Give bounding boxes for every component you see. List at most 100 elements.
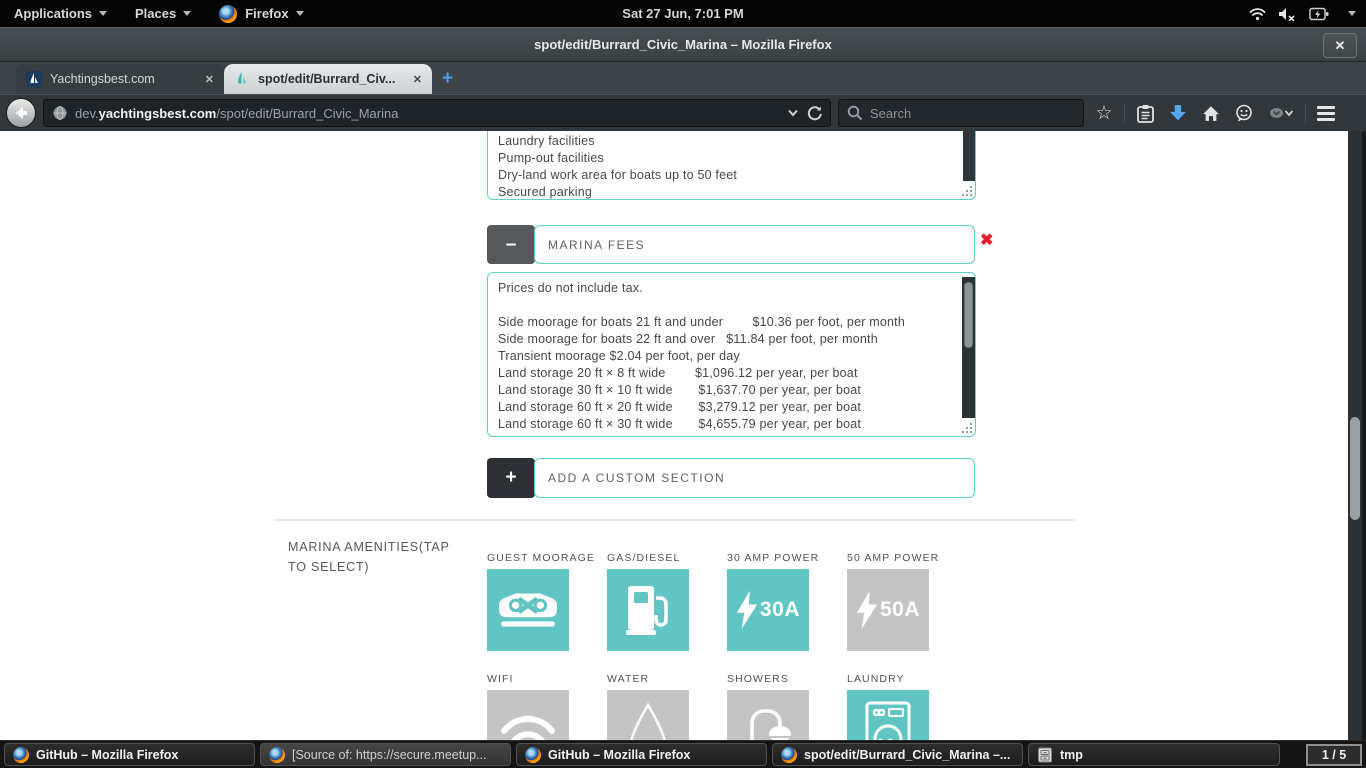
taskbar-window-title: GitHub – Mozilla Firefox [36,748,178,762]
globe-icon [52,105,68,121]
resize-grip-icon[interactable] [961,422,974,435]
taskbar-window-tmp[interactable]: tmp [1028,743,1280,766]
yacht-favicon [26,71,42,87]
amenity-gas-diesel[interactable]: GAS/DIESEL [607,552,707,651]
back-arrow-icon [12,104,30,122]
plus-icon: + [505,467,516,489]
taskbar-window-title: [Source of: https://secure.meetup... [292,748,487,762]
bookmarks-menu-button[interactable] [1132,99,1158,127]
amenity-tile[interactable] [607,569,689,651]
smiley-chat-icon [1235,104,1253,122]
remove-section-button[interactable]: ✖ [980,233,993,249]
pocket-button[interactable] [1264,99,1298,127]
tab-yachtingsbest[interactable]: Yachtingsbest.com ✕ [16,64,224,94]
firefox-icon [13,747,29,763]
amenity-label: GAS/DIESEL [607,552,707,564]
lightning-bolt-icon [736,589,758,631]
marina-fees-text: Prices do not include tax. Side moorage … [498,280,965,433]
firefox-appmenu[interactable]: Firefox [205,0,317,27]
page-scrollbar-thumb[interactable] [1350,417,1360,520]
amenity-water[interactable]: WATER [607,673,707,740]
taskbar-window-github-1[interactable]: GitHub – Mozilla Firefox [4,743,255,766]
taskbar-window-title: spot/edit/Burrard_Civic_Marina –... [804,748,1010,762]
applications-menu-label: Applications [14,6,92,21]
taskbar-window-source[interactable]: [Source of: https://secure.meetup... [260,743,511,766]
firefox-appmenu-label: Firefox [245,6,288,21]
menu-button[interactable] [1313,99,1339,127]
tab-label: spot/edit/Burrard_Civ... [258,72,405,86]
chevron-down-icon[interactable] [1348,11,1356,16]
section-title-input[interactable]: MARINA FEES [534,225,975,264]
tab-close-icon[interactable]: ✕ [205,73,214,86]
amenity-tile[interactable]: 30A [727,569,809,651]
textarea-scrollbar[interactable] [963,131,975,181]
places-menu[interactable]: Places [121,0,205,27]
firefox-icon [219,5,237,23]
section-title: MARINA FEES [548,238,645,252]
amenity-30-amp-power[interactable]: 30 AMP POWER 30A [727,552,827,651]
gnome-top-bar: Applications Places Firefox Sat 27 Jun, … [0,0,1366,27]
chevron-down-icon [99,11,107,16]
amenity-wifi[interactable]: WIFI [487,673,587,740]
amenity-showers[interactable]: SHOWERS [727,673,827,740]
textarea-scrollbar-thumb[interactable] [964,282,973,348]
window-titlebar[interactable]: spot/edit/Burrard_Civic_Marina – Mozilla… [0,27,1366,62]
url-bar[interactable]: dev.yachtingsbest.com/spot/edit/Burrard_… [43,99,831,127]
chevron-down-icon [183,11,191,16]
search-input[interactable]: Search [838,99,1084,127]
toolbar-separator [1305,103,1306,123]
collapse-section-button[interactable]: – [487,225,535,264]
workspace-pager[interactable]: 1 / 5 [1306,744,1362,766]
boat-icon [497,590,559,630]
amenity-tile[interactable] [487,569,569,651]
tab-spot-edit[interactable]: spot/edit/Burrard_Civ... ✕ [224,64,432,94]
add-section-field[interactable]: ADD A CUSTOM SECTION [534,458,975,498]
amp-badge: 50A [880,598,920,622]
applications-menu[interactable]: Applications [0,0,121,27]
add-section-label: ADD A CUSTOM SECTION [548,471,725,485]
taskbar-window-spot-edit[interactable]: spot/edit/Burrard_Civic_Marina –... [772,743,1023,766]
amenity-label: WATER [607,673,707,685]
amenity-tile[interactable] [847,690,929,740]
amenity-laundry[interactable]: LAUNDRY [847,673,947,740]
window-close-button[interactable]: ✕ [1323,33,1357,58]
download-arrow-icon [1169,104,1187,122]
amenities-description-textarea[interactable]: Laundry facilities Pump-out facilities D… [487,131,976,200]
amenity-tile[interactable] [607,690,689,740]
amenity-guest-moorage[interactable]: GUEST MOORAGE [487,552,587,651]
reload-icon[interactable] [806,105,822,121]
chevron-down-icon[interactable] [787,109,799,117]
taskbar-window-title: GitHub – Mozilla Firefox [548,748,690,762]
feedback-button[interactable] [1231,99,1257,127]
back-button[interactable] [6,98,36,128]
downloads-button[interactable] [1165,99,1191,127]
amp-badge: 30A [760,598,800,622]
battery-icon[interactable] [1309,7,1329,21]
water-drop-icon [626,702,670,740]
amenity-label: 30 AMP POWER [727,552,827,564]
wifi-status-icon[interactable] [1249,7,1266,21]
amenity-label: WIFI [487,673,587,685]
new-tab-button[interactable]: + [442,68,453,90]
tab-close-icon[interactable]: ✕ [413,73,422,86]
amenity-50-amp-power[interactable]: 50 AMP POWER 50A [847,552,947,651]
amenity-label: 50 AMP POWER [847,552,947,564]
tab-bar: Yachtingsbest.com ✕ spot/edit/Burrard_Ci… [0,62,1366,94]
volume-muted-icon[interactable] [1278,7,1297,21]
amenity-tile[interactable] [487,690,569,740]
amenity-tile[interactable]: 50A [847,569,929,651]
marina-fees-textarea[interactable]: Prices do not include tax. Side moorage … [487,272,976,437]
pocket-icon [1269,107,1284,120]
firefox-icon [269,747,285,763]
add-section-button[interactable]: + [487,458,535,498]
taskbar-window-github-2[interactable]: GitHub – Mozilla Firefox [516,743,767,766]
home-button[interactable] [1198,99,1224,127]
firefox-icon [781,747,797,763]
chevron-down-icon [1284,110,1294,117]
amenity-tile[interactable] [727,690,809,740]
resize-grip-icon[interactable] [961,185,974,198]
bookmark-star-button[interactable]: ☆ [1091,99,1117,127]
amenity-label: SHOWERS [727,673,827,685]
page-content: Laundry facilities Pump-out facilities D… [0,131,1366,740]
home-icon [1202,105,1220,122]
